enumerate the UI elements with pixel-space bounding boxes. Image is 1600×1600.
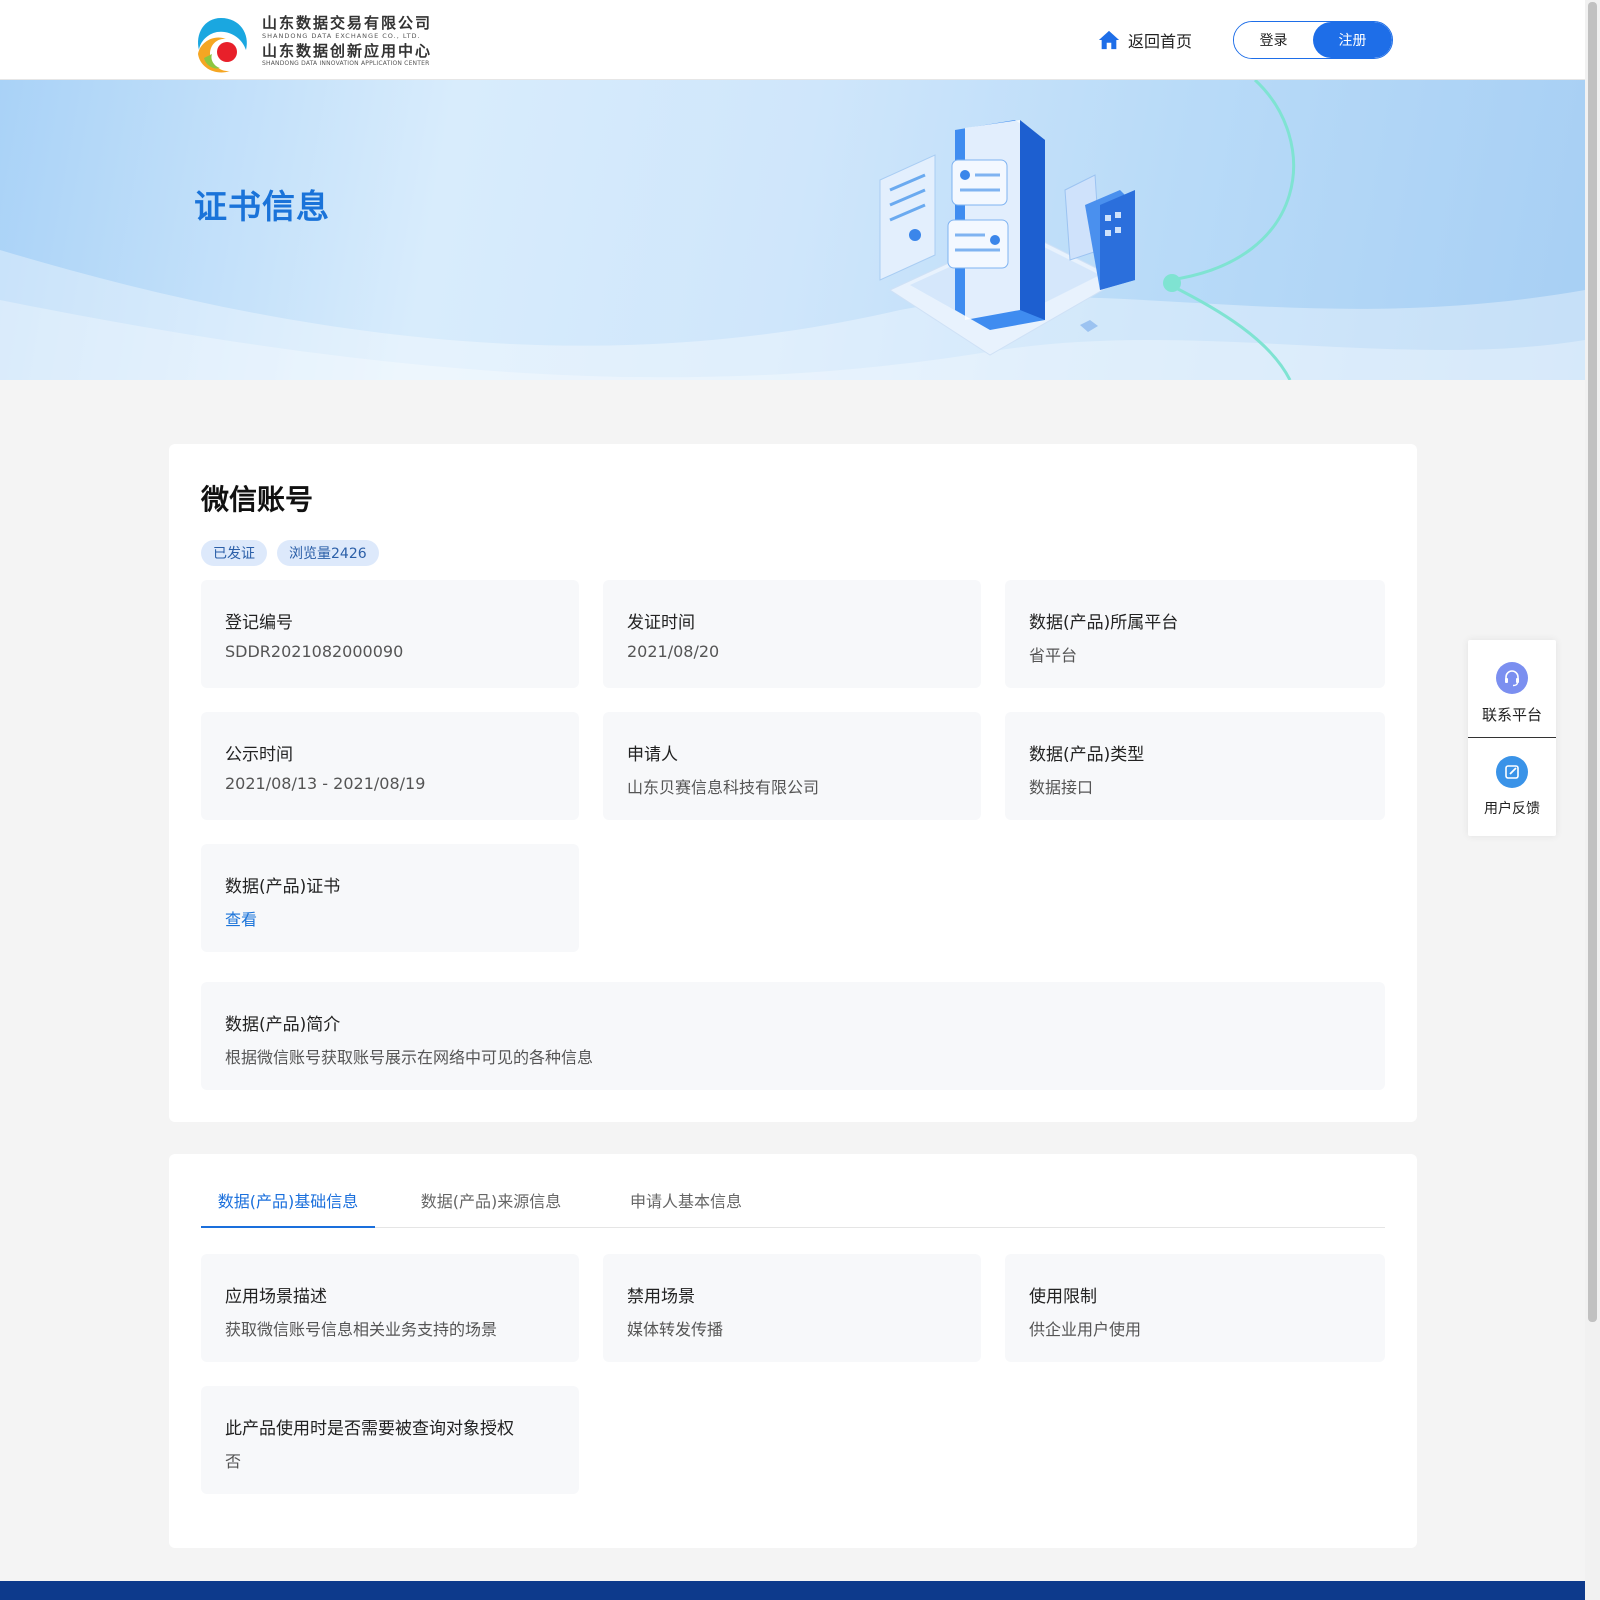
site-header: 山东数据交易有限公司 SHANDONG DATA EXCHANGE CO., L… — [0, 0, 1585, 80]
edit-feedback-icon — [1496, 756, 1528, 788]
company-logo[interactable]: 山东数据交易有限公司 SHANDONG DATA EXCHANGE CO., L… — [190, 12, 460, 76]
field-value: 2021/08/20 — [627, 642, 720, 661]
home-icon — [1098, 30, 1120, 50]
register-button[interactable]: 注册 — [1313, 22, 1392, 58]
field-value: 获取微信账号信息相关业务支持的场景 — [225, 1320, 498, 1339]
site-footer — [0, 1581, 1585, 1600]
tab-applicant-info[interactable]: 申请人基本信息 — [606, 1188, 766, 1228]
logo-center-name-en: SHANDONG DATA INNOVATION APPLICATION CEN… — [262, 60, 430, 67]
home-link[interactable]: 返回首页 — [1098, 26, 1192, 54]
field-label: 公示时间 — [225, 745, 293, 765]
view-certificate-link[interactable]: 查看 — [225, 906, 257, 930]
field-label: 此产品使用时是否需要被查询对象授权 — [225, 1419, 514, 1439]
field-publicity-period: 公示时间 2021/08/13 - 2021/08/19 — [201, 712, 579, 820]
field-product-intro: 数据(产品)简介 根据微信账号获取账号展示在网络中可见的各种信息 — [201, 982, 1385, 1090]
field-issue-date: 发证时间 2021/08/20 — [603, 580, 981, 688]
field-applicant: 申请人 山东贝赛信息科技有限公司 — [603, 712, 981, 820]
banner-wave-decoration — [0, 80, 1585, 380]
field-usage-restriction: 使用限制 供企业用户使用 — [1005, 1254, 1385, 1362]
field-label: 使用限制 — [1029, 1287, 1097, 1307]
field-value: 媒体转发传播 — [627, 1320, 724, 1339]
contact-platform-button[interactable]: 联系平台 — [1468, 640, 1556, 736]
scrollbar-thumb[interactable] — [1588, 2, 1597, 1322]
field-label: 数据(产品)所属平台 — [1029, 613, 1179, 633]
field-value: SDDR2021082000090 — [225, 642, 404, 661]
headset-icon — [1496, 662, 1528, 694]
user-feedback-button[interactable]: 用户反馈 — [1468, 738, 1556, 834]
certificate-card: 微信账号 已发证 浏览量2426 登记编号 SDDR2021082000090 … — [169, 444, 1417, 1122]
logo-text: 山东数据交易有限公司 SHANDONG DATA EXCHANGE CO., L… — [262, 14, 462, 68]
logo-center-name: 山东数据创新应用中心 — [262, 42, 433, 60]
status-tags: 已发证 浏览量2426 — [201, 540, 379, 566]
logo-company-name: 山东数据交易有限公司 — [262, 14, 433, 32]
tab-bar: 数据(产品)基础信息 数据(产品)来源信息 申请人基本信息 — [201, 1154, 1385, 1228]
certificate-illustration — [879, 120, 1135, 356]
logo-company-name-en: SHANDONG DATA EXCHANGE CO., LTD. — [262, 32, 421, 40]
field-value: 省平台 — [1029, 646, 1078, 665]
field-label: 发证时间 — [627, 613, 695, 633]
field-label: 数据(产品)简介 — [225, 1015, 341, 1035]
field-label: 禁用场景 — [627, 1287, 695, 1307]
page-scrollbar[interactable] — [1585, 0, 1600, 1600]
field-value: 数据接口 — [1029, 778, 1094, 797]
product-title: 微信账号 — [201, 483, 314, 516]
field-label: 数据(产品)类型 — [1029, 745, 1145, 765]
field-registration-number: 登记编号 SDDR2021082000090 — [201, 580, 579, 688]
field-value: 2021/08/13 - 2021/08/19 — [225, 774, 426, 793]
field-value: 根据微信账号获取账号展示在网络中可见的各种信息 — [225, 1048, 594, 1067]
field-product-type: 数据(产品)类型 数据接口 — [1005, 712, 1385, 820]
floating-side-panel: 联系平台 用户反馈 — [1468, 640, 1556, 836]
detail-tabs-card: 数据(产品)基础信息 数据(产品)来源信息 申请人基本信息 应用场景描述 获取微… — [169, 1154, 1417, 1548]
page-banner: 证书信息 — [0, 80, 1585, 380]
auth-buttons: 登录 注册 — [1233, 21, 1393, 59]
tab-basic-info[interactable]: 数据(产品)基础信息 — [201, 1188, 375, 1228]
logo-mark-icon — [198, 18, 247, 73]
status-badge: 已发证 — [201, 540, 267, 566]
field-platform: 数据(产品)所属平台 省平台 — [1005, 580, 1385, 688]
home-link-label: 返回首页 — [1128, 32, 1193, 51]
field-label: 应用场景描述 — [225, 1287, 327, 1307]
tab-source-info[interactable]: 数据(产品)来源信息 — [401, 1188, 581, 1228]
view-count-badge: 浏览量2426 — [277, 540, 379, 566]
login-button[interactable]: 登录 — [1234, 22, 1313, 58]
field-authorization-required: 此产品使用时是否需要被查询对象授权 否 — [201, 1386, 579, 1494]
field-prohibited-scenario: 禁用场景 媒体转发传播 — [603, 1254, 981, 1362]
contact-platform-label: 联系平台 — [1481, 706, 1542, 724]
user-feedback-label: 用户反馈 — [1484, 801, 1540, 817]
field-label: 申请人 — [627, 745, 678, 765]
field-value: 供企业用户使用 — [1029, 1320, 1142, 1339]
field-value: 否 — [225, 1452, 242, 1471]
field-value: 山东贝赛信息科技有限公司 — [627, 778, 820, 797]
field-certificate: 数据(产品)证书 查看 — [201, 844, 579, 952]
banner-title: 证书信息 — [194, 187, 330, 226]
field-label: 数据(产品)证书 — [225, 877, 341, 897]
field-usage-scenario: 应用场景描述 获取微信账号信息相关业务支持的场景 — [201, 1254, 579, 1362]
field-label: 登记编号 — [225, 613, 293, 633]
